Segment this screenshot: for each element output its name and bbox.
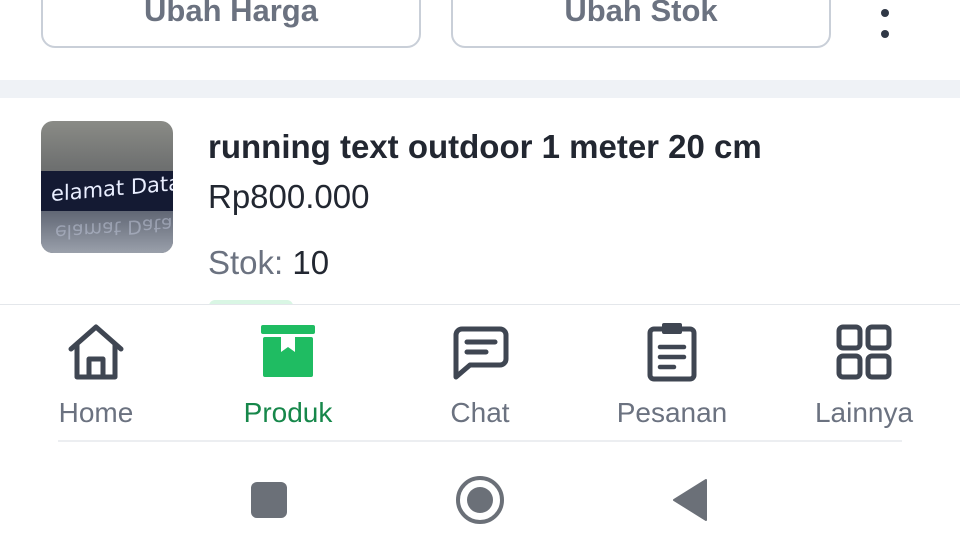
nav-item-chat[interactable]: Chat — [384, 305, 576, 441]
nav-item-pesanan[interactable]: Pesanan — [576, 305, 768, 441]
chat-icon — [453, 326, 509, 380]
product-stock: Stok: 10 — [208, 244, 329, 282]
edit-price-button[interactable]: Ubah Harga — [41, 0, 421, 48]
nav-item-lainnya[interactable]: Lainnya — [768, 305, 960, 441]
product-list-item[interactable]: elamat Data elamat Data running text out… — [0, 98, 960, 304]
grid-icon — [836, 324, 892, 380]
home-circle-icon[interactable] — [454, 474, 506, 526]
stock-value: 10 — [292, 244, 330, 281]
back-triangle-icon[interactable] — [670, 478, 710, 522]
more-vertical-icon[interactable] — [870, 6, 900, 40]
nav-label-pesanan: Pesanan — [616, 397, 728, 428]
clipboard-icon — [647, 323, 697, 382]
box-icon — [261, 325, 315, 377]
system-navigation-bar — [0, 442, 960, 540]
nav-item-home[interactable]: Home — [0, 305, 192, 441]
stock-label: Stok: — [208, 244, 284, 281]
nav-label-chat: Chat — [450, 397, 510, 428]
nav-label-lainnya: Lainnya — [814, 397, 914, 428]
nav-label-home: Home — [58, 397, 134, 428]
edit-stock-button[interactable]: Ubah Stok — [451, 0, 831, 48]
recents-square-icon[interactable] — [249, 480, 289, 520]
product-thumbnail[interactable]: elamat Data elamat Data — [41, 121, 173, 253]
nav-item-produk[interactable]: Produk — [192, 305, 384, 441]
product-price: Rp800.000 — [208, 178, 370, 215]
nav-label-produk: Produk — [243, 397, 333, 428]
product-name: running text outdoor 1 meter 20 cm — [208, 128, 762, 165]
product-actions-bar: Ubah Harga Ubah Stok — [0, 0, 960, 80]
bottom-navigation: Home Produk Chat Pesanan Lainnya — [0, 304, 960, 442]
section-divider — [0, 80, 960, 98]
home-icon — [68, 324, 124, 380]
